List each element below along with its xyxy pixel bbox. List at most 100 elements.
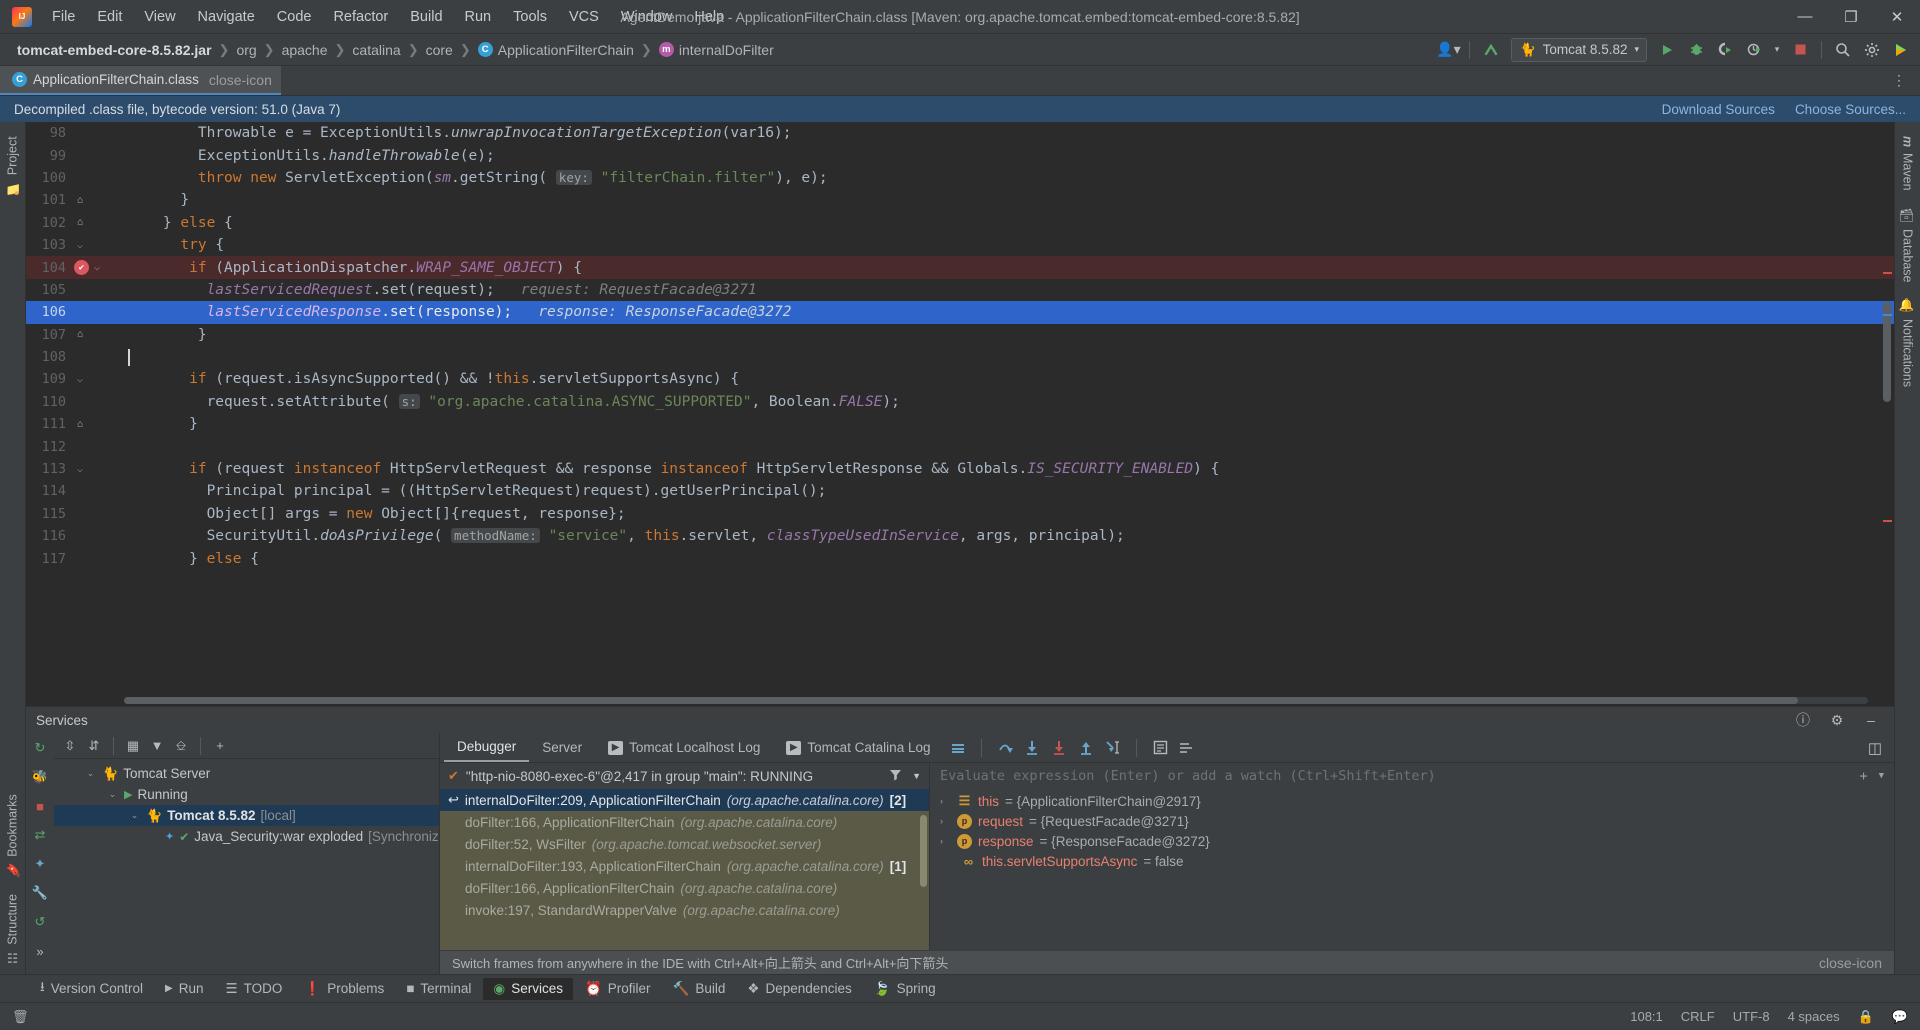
chevron-down-icon[interactable]: ⌄ — [84, 768, 97, 779]
filter-icon[interactable] — [889, 768, 902, 784]
tool-window-todo[interactable]: ☰ TODO — [216, 978, 293, 1000]
gutter[interactable]: 98 — [26, 122, 124, 144]
search-icon[interactable] — [1830, 38, 1856, 62]
close-icon[interactable]: close-icon — [1819, 955, 1882, 971]
step-over-icon[interactable] — [996, 739, 1014, 757]
gutter[interactable]: 108 — [26, 346, 124, 368]
stack-frame-row[interactable]: doFilter:166, ApplicationFilterChain (or… — [440, 811, 929, 833]
stack-frames-list[interactable]: ↩ internalDoFilter:209, ApplicationFilte… — [440, 789, 929, 950]
menu-edit[interactable]: Edit — [87, 5, 132, 29]
fold-marker[interactable]: ⌂ — [72, 195, 88, 206]
stack-frame-row[interactable]: doFilter:166, ApplicationFilterChain (or… — [440, 877, 929, 899]
chevron-right-icon[interactable]: › — [940, 836, 951, 846]
gear-icon[interactable] — [1859, 38, 1885, 62]
plus-icon[interactable]: + — [1859, 768, 1867, 784]
stack-frame-row[interactable]: doFilter:52, WsFilter (org.apache.tomcat… — [440, 833, 929, 855]
code-editor[interactable]: 98 Throwable e = ExceptionUtils.unwrapIn… — [26, 122, 1894, 706]
variables-list[interactable]: › ☰ this = {ApplicationFilterChain@2917}… — [930, 789, 1894, 950]
menu-help[interactable]: Help — [684, 5, 734, 29]
stop-square-icon[interactable] — [1787, 38, 1813, 62]
close-icon[interactable]: close-icon — [209, 72, 272, 88]
gutter[interactable]: 102 ⌂ — [26, 212, 124, 234]
maximize-button[interactable]: ❐ — [1828, 0, 1874, 34]
coverage-icon[interactable] — [1712, 38, 1738, 62]
more-options-icon[interactable]: ⋮ — [1886, 69, 1912, 93]
stack-frame-row[interactable]: internalDoFilter:193, ApplicationFilterC… — [440, 855, 929, 877]
breadcrumb-item-class[interactable]: C ApplicationFilterChain — [475, 40, 637, 60]
stack-frame-row[interactable]: ↩ internalDoFilter:209, ApplicationFilte… — [440, 789, 929, 811]
fold-marker[interactable]: ⌵ — [72, 240, 88, 251]
chevron-down-icon[interactable]: ⌄ — [106, 789, 119, 800]
editor-horizontal-scrollbar[interactable] — [124, 697, 1868, 704]
frames-scrollbar[interactable] — [920, 815, 927, 887]
collapse-all-icon[interactable]: ⇵ — [84, 736, 104, 756]
frames-view-icon[interactable] — [1178, 739, 1196, 757]
rotate-icon[interactable]: ↺ — [31, 913, 49, 931]
chevron-down-icon[interactable]: ▾ — [1770, 38, 1784, 62]
profiler-icon[interactable] — [1741, 38, 1767, 62]
caret-marker[interactable] — [1883, 314, 1892, 316]
menu-tools[interactable]: Tools — [503, 5, 557, 29]
sidebar-item-structure[interactable]: ☷ Structure — [1, 886, 24, 974]
run-play-icon[interactable] — [1654, 38, 1680, 62]
menu-navigate[interactable]: Navigate — [188, 5, 265, 29]
gutter[interactable]: 101 ⌂ — [26, 189, 124, 211]
fold-marker[interactable]: ⌵ — [89, 262, 105, 273]
menu-window[interactable]: Window — [611, 5, 683, 29]
breadcrumb-item-jar[interactable]: tomcat-embed-core-8.5.82.jar — [14, 40, 215, 60]
gutter[interactable]: 106 — [26, 301, 124, 323]
line-separator[interactable]: CRLF — [1681, 1009, 1715, 1024]
sidebar-item-notifications[interactable]: 🔔 Notifications — [1896, 290, 1919, 395]
plus-icon[interactable]: + — [210, 736, 230, 756]
gutter[interactable]: 116 — [26, 525, 124, 547]
fold-marker[interactable]: ⌂ — [72, 329, 88, 340]
menu-refactor[interactable]: Refactor — [323, 5, 398, 29]
gear-icon[interactable]: ⚙ — [1824, 708, 1850, 732]
layout-settings-icon[interactable] — [949, 739, 967, 757]
gutter[interactable]: 115 — [26, 503, 124, 525]
settings-wrench-icon[interactable]: 🔧 — [31, 884, 49, 902]
run-to-cursor-icon[interactable] — [1104, 739, 1122, 757]
tab-tomcat-catalina-log[interactable]: ▶ Tomcat Catalina Log — [773, 733, 943, 762]
gutter[interactable]: 103 ⌵ — [26, 234, 124, 256]
step-into-icon[interactable] — [1023, 739, 1041, 757]
breadcrumb-item-method[interactable]: m internalDoFilter — [656, 40, 777, 60]
tool-window-version-control[interactable]: ⭳ Version Control — [30, 974, 153, 1003]
help-icon[interactable]: ⓘ — [1790, 708, 1816, 732]
ide-feature-icon[interactable] — [1888, 38, 1914, 62]
deploy-icon[interactable]: ⇄ — [31, 826, 49, 844]
debug-bug-icon[interactable] — [1683, 38, 1709, 62]
fold-marker[interactable]: ⌵ — [72, 374, 88, 385]
tool-window-dependencies[interactable]: ❖ Dependencies — [737, 978, 861, 1000]
variable-row[interactable]: › p request = {RequestFacade@3271} — [930, 811, 1894, 831]
tool-window-terminal[interactable]: ■ Terminal — [396, 978, 481, 999]
fold-marker[interactable]: ⌵ — [72, 464, 88, 475]
force-step-into-icon[interactable] — [1050, 739, 1068, 757]
gutter[interactable]: 104 ⌵ — [26, 256, 124, 278]
gutter[interactable]: 105 — [26, 279, 124, 301]
gutter[interactable]: 111 ⌂ — [26, 413, 124, 435]
error-marker[interactable] — [1883, 272, 1892, 274]
tool-window-run[interactable]: ▶ Run — [155, 978, 213, 999]
sidebar-item-bookmarks[interactable]: 🔖 Bookmarks — [1, 786, 24, 886]
variable-row[interactable]: › ☰ this = {ApplicationFilterChain@2917} — [930, 791, 1894, 811]
editor-tab-applicationfilterchain[interactable]: C ApplicationFilterChain.class close-ico… — [0, 66, 281, 95]
choose-sources-link[interactable]: Choose Sources... — [1795, 102, 1906, 117]
tab-debugger[interactable]: Debugger — [444, 733, 530, 762]
fold-marker[interactable]: ⌂ — [72, 217, 88, 228]
evaluate-expression-icon[interactable] — [1151, 739, 1169, 757]
variable-row[interactable]: › p response = {ResponseFacade@3272} — [930, 831, 1894, 851]
chevron-down-icon[interactable]: ⌄ — [128, 810, 141, 821]
variable-row[interactable]: ∞ this.servletSupportsAsync = false — [930, 851, 1894, 871]
debug-icon[interactable]: 🐝 — [31, 768, 49, 786]
evaluate-expression-field[interactable]: Evaluate expression (Enter) or add a wat… — [930, 763, 1894, 789]
services-tree[interactable]: ⌄ 🐈 Tomcat Server ⌄ ▶ Running ⌄ 🐈 Tomcat… — [54, 759, 439, 974]
fold-marker[interactable]: ⌂ — [72, 419, 88, 430]
breadcrumb-item-apache[interactable]: apache — [279, 40, 331, 60]
tree-node-tomcat-instance[interactable]: ⌄ 🐈 Tomcat 8.5.82 [local] — [54, 805, 439, 826]
gutter[interactable]: 113 ⌵ — [26, 458, 124, 480]
thread-selector[interactable]: ✔ "http-nio-8080-exec-6"@2,417 in group … — [440, 763, 929, 789]
rerun-icon[interactable]: ↻ — [31, 739, 49, 757]
notification-icon[interactable]: 💬 — [1892, 1009, 1908, 1025]
error-marker[interactable] — [1883, 520, 1892, 522]
